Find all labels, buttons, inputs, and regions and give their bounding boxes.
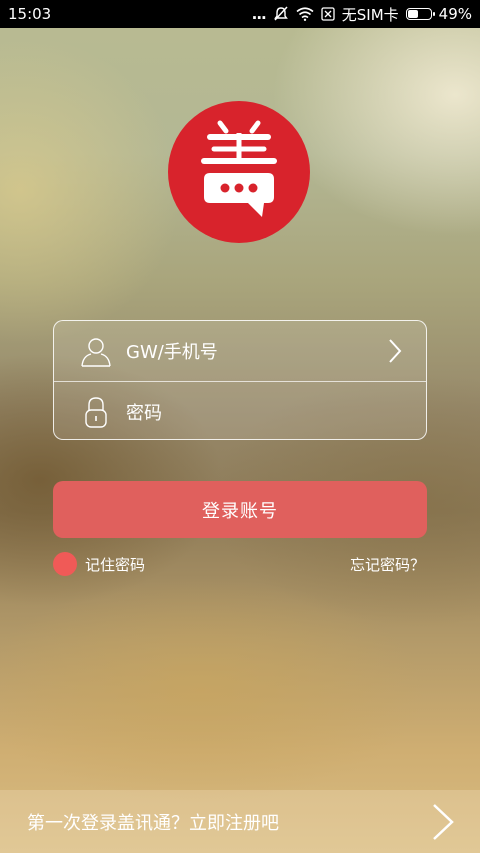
status-dots: ... — [251, 5, 267, 23]
mute-icon — [273, 6, 288, 21]
wifi-icon — [296, 7, 314, 21]
username-field[interactable]: GW/手机号 — [54, 321, 426, 381]
app-logo — [168, 101, 310, 243]
battery-icon — [405, 8, 435, 20]
sim-status-text: 无SIM卡 — [341, 5, 399, 24]
password-placeholder: 密码 — [126, 403, 162, 424]
sim-icon — [321, 7, 335, 21]
remember-password-toggle[interactable]: 记住密码 — [53, 552, 145, 576]
chevron-right-icon[interactable] — [431, 802, 455, 842]
register-text: 第一次登录盖讯通？立即注册吧 — [27, 812, 279, 834]
lock-icon — [85, 397, 107, 428]
password-field[interactable]: 密码 — [54, 381, 426, 442]
register-banner[interactable]: 第一次登录盖讯通？立即注册吧 — [0, 790, 480, 853]
forgot-password-link[interactable]: 忘记密码？ — [350, 554, 425, 575]
remember-checkbox[interactable] — [53, 552, 77, 576]
chevron-right-icon[interactable] — [386, 337, 404, 365]
status-right: ... 无SIM卡 49% — [252, 4, 472, 25]
user-icon — [81, 338, 111, 367]
battery-fill — [407, 10, 418, 18]
status-time: 15:03 — [8, 5, 52, 23]
remember-label: 记住密码 — [85, 555, 146, 574]
status-bar: 15:03 ... 无SIM卡 49% — [0, 0, 480, 28]
username-placeholder: GW/手机号 — [126, 342, 218, 363]
login-form: GW/手机号 密码 — [53, 320, 427, 440]
login-button[interactable]: 登录账号 — [53, 481, 427, 538]
battery-percent: 49% — [438, 5, 472, 23]
